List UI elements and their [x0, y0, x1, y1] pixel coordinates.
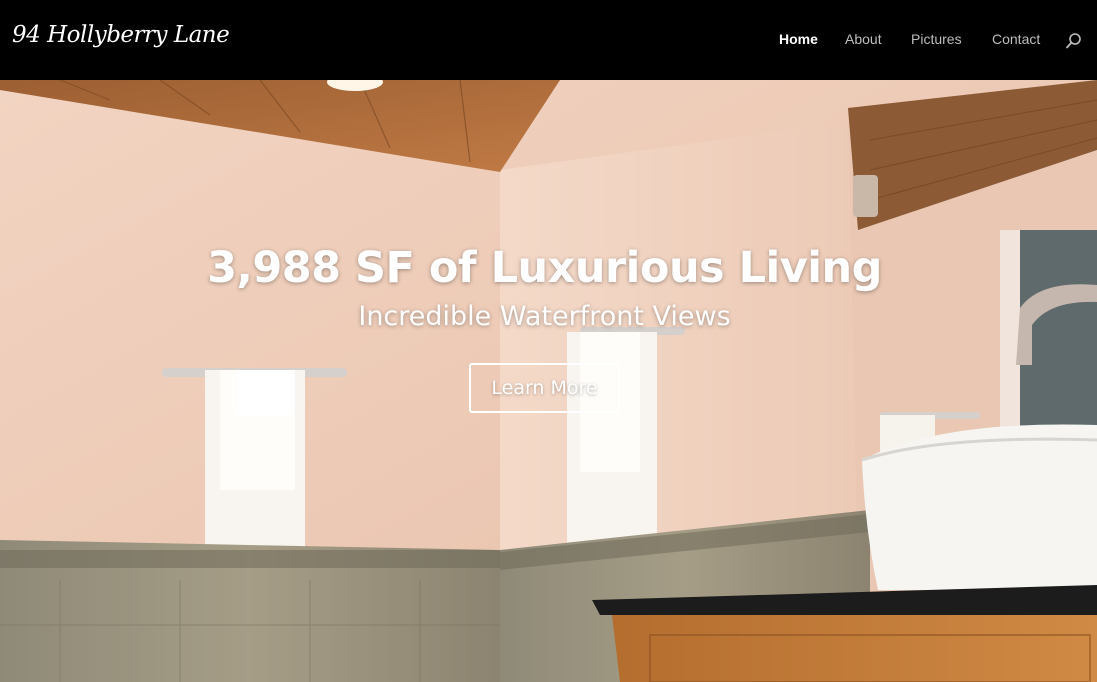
nav-item-about[interactable]: About [845, 31, 882, 47]
hero-section: 3,988 SF of Luxurious Living Incredible … [0, 80, 1097, 682]
nav-item-contact[interactable]: Contact [992, 31, 1040, 47]
site-header: 94 Hollyberry Lane Home About Pictures C… [0, 0, 1097, 80]
hero-subtitle: Incredible Waterfront Views [358, 301, 731, 332]
main-nav: Home About Pictures Contact [0, 31, 1097, 51]
learn-more-button[interactable]: Learn More [469, 363, 620, 413]
hero-title: 3,988 SF of Luxurious Living [207, 243, 882, 293]
nav-item-home[interactable]: Home [779, 31, 818, 47]
nav-item-pictures[interactable]: Pictures [911, 31, 962, 47]
search-icon[interactable] [1065, 32, 1083, 50]
